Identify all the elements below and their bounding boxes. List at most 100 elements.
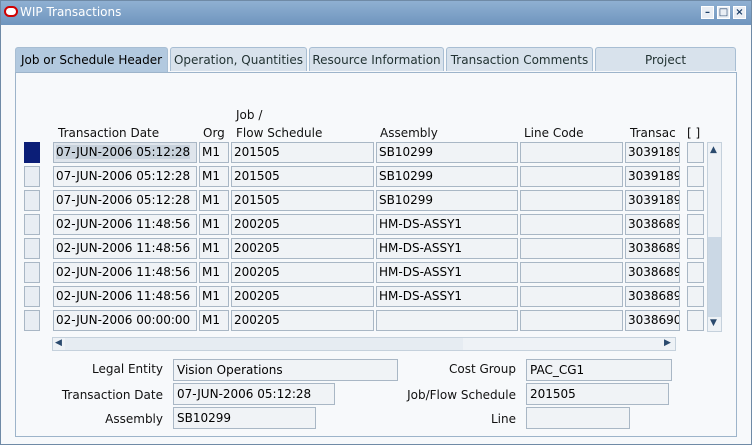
tab-operation-quantities[interactable]: Operation, Quantities [170, 47, 307, 71]
assembly-field[interactable]: SB10299 [173, 407, 316, 429]
cost-group-field[interactable]: PAC_CG1 [526, 359, 672, 381]
wip-transactions-window: WIP Transactions – □ × Job or Schedule H… [0, 0, 752, 445]
cell-assembly[interactable] [376, 310, 518, 331]
cell-org[interactable]: M1 [199, 310, 229, 331]
row-selector[interactable] [24, 142, 40, 163]
cell-job[interactable]: 201505 [231, 142, 374, 163]
cell-assembly[interactable]: HM-DS-ASSY1 [376, 286, 518, 307]
cell-org[interactable]: M1 [199, 214, 229, 235]
cell-transaction[interactable]: 3039189 [625, 190, 680, 211]
cell-line-code[interactable] [520, 142, 623, 163]
row-selector[interactable] [24, 262, 40, 283]
cell-line-code[interactable] [520, 310, 623, 331]
line-label: Line [490, 412, 516, 426]
legal-entity-field[interactable]: Vision Operations [173, 359, 398, 381]
cell-transaction-date[interactable]: 02-JUN-2006 00:00:00 [53, 310, 197, 331]
cell-transaction-date[interactable]: 07-JUN-2006 05:12:28 [53, 190, 197, 211]
tab-job-or-schedule-header[interactable]: Job or Schedule Header [15, 47, 168, 73]
cell-transaction[interactable]: 3038689 [625, 214, 680, 235]
cell-line-code[interactable] [520, 262, 623, 283]
scroll-left-icon[interactable]: ◀ [55, 338, 62, 348]
scroll-down-icon[interactable]: ▼ [710, 318, 717, 328]
cell-job[interactable]: 200205 [231, 262, 374, 283]
tab-transaction-comments[interactable]: Transaction Comments [446, 47, 593, 71]
minimize-icon[interactable]: – [701, 6, 714, 19]
cell-job[interactable]: 200205 [231, 310, 374, 331]
cell-extra[interactable] [687, 142, 704, 163]
vertical-scrollbar[interactable]: ▲ ▼ [707, 142, 722, 332]
cell-job[interactable]: 201505 [231, 190, 374, 211]
cell-assembly[interactable]: HM-DS-ASSY1 [376, 214, 518, 235]
col-header-transaction: Transac [630, 126, 676, 140]
scroll-right-icon[interactable]: ▶ [664, 338, 671, 348]
cell-assembly[interactable]: SB10299 [376, 142, 518, 163]
transaction-date-field[interactable]: 07-JUN-2006 05:12:28 [173, 383, 335, 405]
cell-transaction-date[interactable]: 07-JUN-2006 05:12:28 [53, 142, 197, 163]
cell-line-code[interactable] [520, 166, 623, 187]
row-selector[interactable] [24, 166, 40, 187]
close-icon[interactable]: × [733, 6, 746, 19]
cell-assembly[interactable]: HM-DS-ASSY1 [376, 262, 518, 283]
cell-transaction[interactable]: 3038689 [625, 238, 680, 259]
col-header-assembly: Assembly [380, 126, 438, 140]
horizontal-scrollbar[interactable]: ◀ ▶ [52, 337, 676, 351]
cell-extra[interactable] [687, 166, 704, 187]
tab-project[interactable]: Project [595, 47, 736, 71]
col-header-job-line1: Job / [236, 108, 263, 122]
cell-transaction-date[interactable]: 02-JUN-2006 11:48:56 [53, 262, 197, 283]
cell-assembly[interactable]: SB10299 [376, 190, 518, 211]
cell-org[interactable]: M1 [199, 286, 229, 307]
cell-transaction[interactable]: 3038689 [625, 286, 680, 307]
cell-job[interactable]: 200205 [231, 286, 374, 307]
cell-line-code[interactable] [520, 190, 623, 211]
cell-transaction[interactable]: 3039189 [625, 166, 680, 187]
cell-transaction-date[interactable]: 07-JUN-2006 05:12:28 [53, 166, 197, 187]
cell-extra[interactable] [687, 262, 704, 283]
line-field[interactable] [526, 407, 630, 429]
cell-job[interactable]: 201505 [231, 166, 374, 187]
cell-assembly[interactable]: SB10299 [376, 166, 518, 187]
row-selector[interactable] [24, 190, 40, 211]
cell-transaction-date[interactable]: 02-JUN-2006 11:48:56 [53, 238, 197, 259]
cell-org[interactable]: M1 [199, 238, 229, 259]
cell-extra[interactable] [687, 310, 704, 331]
job-flow-schedule-label: Job/Flow Schedule [407, 388, 516, 402]
transaction-date-label: Transaction Date [61, 388, 163, 402]
cell-job[interactable]: 200205 [231, 238, 374, 259]
cell-transaction[interactable]: 3038690 [625, 310, 680, 331]
cell-org[interactable]: M1 [199, 166, 229, 187]
cell-extra[interactable] [687, 286, 704, 307]
maximize-icon[interactable]: □ [717, 6, 730, 19]
cell-assembly[interactable]: HM-DS-ASSY1 [376, 238, 518, 259]
cell-extra[interactable] [687, 214, 704, 235]
cell-org[interactable]: M1 [199, 262, 229, 283]
row-selector[interactable] [24, 214, 40, 235]
job-flow-schedule-field[interactable]: 201505 [526, 383, 669, 405]
tab-resource-information[interactable]: Resource Information [309, 47, 444, 71]
row-selector[interactable] [24, 286, 40, 307]
cell-transaction[interactable]: 3039189 [625, 142, 680, 163]
cell-text: 07-JUN-2006 05:12:28 [56, 145, 191, 159]
oracle-icon [4, 6, 18, 17]
assembly-label: Assembly [105, 412, 163, 426]
cost-group-label: Cost Group [448, 362, 516, 376]
row-selector[interactable] [24, 238, 40, 259]
cell-transaction[interactable]: 3038689 [625, 262, 680, 283]
cell-org[interactable]: M1 [199, 190, 229, 211]
cell-org[interactable]: M1 [199, 142, 229, 163]
cell-line-code[interactable] [520, 214, 623, 235]
cell-line-code[interactable] [520, 286, 623, 307]
cell-line-code[interactable] [520, 238, 623, 259]
row-selector[interactable] [24, 310, 40, 331]
cell-extra[interactable] [687, 190, 704, 211]
cell-transaction-date[interactable]: 02-JUN-2006 11:48:56 [53, 214, 197, 235]
cell-extra[interactable] [687, 238, 704, 259]
cell-job[interactable]: 200205 [231, 214, 374, 235]
col-header-job-line2: Flow Schedule [236, 126, 323, 140]
cell-transaction-date[interactable]: 02-JUN-2006 11:48:56 [53, 286, 197, 307]
vertical-scroll-thumb[interactable] [708, 237, 721, 317]
title-bar[interactable]: WIP Transactions – □ × [1, 1, 751, 25]
horizontal-scroll-thumb[interactable] [65, 338, 463, 350]
col-header-extra: [ ] [687, 126, 701, 140]
scroll-up-icon[interactable]: ▲ [710, 145, 717, 155]
